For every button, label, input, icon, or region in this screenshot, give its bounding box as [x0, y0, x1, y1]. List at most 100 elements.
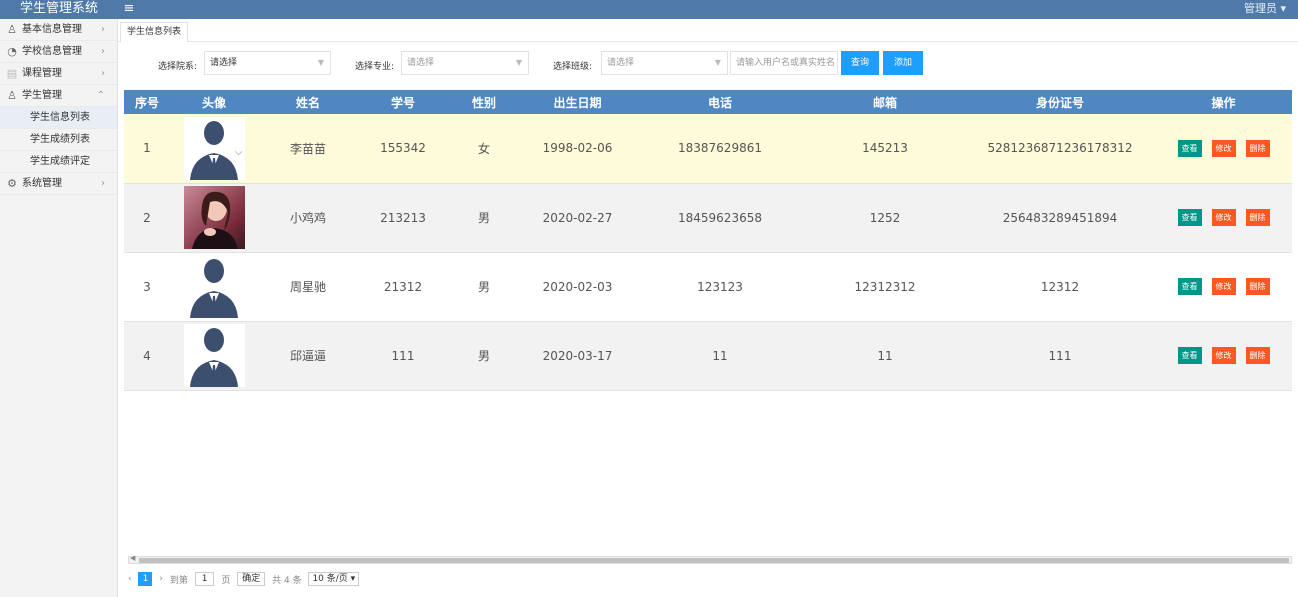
- dept-select-value: 请选择: [210, 58, 238, 68]
- chevron-right-icon: ›: [101, 178, 105, 189]
- column-header: 学号: [358, 90, 448, 114]
- cell-no: 2: [124, 183, 170, 253]
- table-row[interactable]: 4 邱逼逼 111 男 2020-03-17 11 11 111 查看 修改 删除: [124, 321, 1292, 391]
- student-table: 序号 头像 姓名 学号 性别 出生日期 电话 邮箱 身份证号 操作 1 ⌵ 李苗…: [124, 90, 1292, 391]
- chevron-right-icon: ›: [101, 68, 105, 79]
- gear-icon: ⚙: [7, 177, 17, 190]
- cell-idcard: 111: [965, 321, 1155, 391]
- menu-icon[interactable]: ≡: [122, 1, 136, 17]
- photo-avatar-image: [191, 191, 238, 249]
- class-select-value: 请选择: [607, 58, 635, 68]
- goto-label: 到第: [169, 575, 188, 586]
- scroll-left-icon[interactable]: ◀: [130, 554, 135, 562]
- page-current[interactable]: 1: [138, 572, 153, 586]
- cell-name: 李苗苗: [258, 114, 358, 184]
- avatar[interactable]: [183, 255, 245, 318]
- total-count: 共 4 条: [272, 575, 302, 586]
- column-header: 操作: [1155, 90, 1292, 114]
- sidebar-subitem-student-list[interactable]: 学生信息列表: [0, 107, 117, 129]
- dept-label: 选择院系:: [158, 62, 198, 72]
- sidebar-subitem-grade-eval[interactable]: 学生成绩评定: [0, 151, 117, 173]
- avatar[interactable]: [183, 324, 245, 387]
- sidebar-item-label: 学生管理: [22, 90, 62, 101]
- column-header: 头像: [170, 90, 258, 114]
- sidebar-item-label: 基本信息管理: [22, 24, 82, 35]
- cell-sid: 213213: [358, 183, 448, 253]
- tab-student-list[interactable]: 学生信息列表: [120, 22, 189, 42]
- main-content: 学生信息列表 选择院系: 请选择 ▼ 选择专业: 请选择 ▼ 选择班级: 请选择…: [118, 19, 1298, 597]
- chevron-down-icon: ⌵: [234, 146, 243, 158]
- column-header: 身份证号: [965, 90, 1155, 114]
- cell-sid: 111: [358, 321, 448, 391]
- cell-birth: 2020-02-27: [520, 183, 635, 253]
- edit-button[interactable]: 修改: [1211, 278, 1236, 295]
- view-button[interactable]: 查看: [1177, 209, 1202, 226]
- column-header: 性别: [448, 90, 520, 114]
- column-header: 电话: [635, 90, 805, 114]
- sidebar-item-school-info[interactable]: ◔ 学校信息管理 ›: [0, 41, 117, 63]
- sidebar-item-label: 学校信息管理: [22, 46, 82, 57]
- tab-bar: 学生信息列表: [118, 19, 1298, 42]
- column-header: 姓名: [258, 90, 358, 114]
- class-label: 选择班级:: [553, 62, 593, 72]
- scrollbar-thumb[interactable]: [139, 558, 1289, 563]
- cell-email: 12312312: [805, 252, 965, 322]
- major-select-value: 请选择: [407, 58, 435, 68]
- cell-gender: 男: [448, 252, 520, 322]
- edit-button[interactable]: 修改: [1211, 139, 1236, 157]
- caret-down-icon: ▼: [515, 58, 522, 67]
- user-icon: ♙: [7, 23, 17, 36]
- cell-email: 145213: [805, 114, 965, 184]
- delete-button[interactable]: 删除: [1245, 209, 1270, 226]
- cell-name: 邱逼逼: [258, 321, 358, 391]
- major-label: 选择专业:: [355, 62, 395, 72]
- view-button[interactable]: 查看: [1177, 139, 1202, 157]
- table-row[interactable]: 2 小鸡鸡 213213 男 2020-02-27 18459623658 12…: [124, 183, 1292, 253]
- view-button[interactable]: 查看: [1177, 278, 1202, 295]
- chevron-right-icon: ›: [101, 46, 105, 57]
- table-row[interactable]: 3 周星驰 21312 男 2020-02-03 123123 12312312…: [124, 252, 1292, 322]
- cell-idcard: 256483289451894: [965, 183, 1155, 253]
- pagination: ‹ 1 › 到第 1 页 确定 共 4 条 10 条/页 ▾: [128, 572, 363, 588]
- sidebar: ♙ 基本信息管理 › ◔ 学校信息管理 › ▤ 课程管理 › ♙ 学生管理 ⌃ …: [0, 19, 118, 597]
- cell-phone: 123123: [635, 252, 805, 322]
- cell-sid: 155342: [358, 114, 448, 184]
- cell-birth: 1998-02-06: [520, 114, 635, 184]
- table-row[interactable]: 1 ⌵ 李苗苗 155342 女 1998-02-06 18387629861 …: [124, 114, 1292, 184]
- prev-page-icon[interactable]: ‹: [128, 574, 132, 584]
- confirm-button[interactable]: 确定: [237, 572, 266, 586]
- sidebar-item-basic-info[interactable]: ♙ 基本信息管理 ›: [0, 19, 117, 41]
- page-size-select[interactable]: 10 条/页 ▾: [308, 572, 360, 586]
- cell-gender: 女: [448, 114, 520, 184]
- search-button[interactable]: 查询: [841, 51, 879, 75]
- delete-button[interactable]: 删除: [1245, 347, 1270, 364]
- major-select[interactable]: 请选择 ▼: [401, 51, 529, 75]
- column-header: 序号: [124, 90, 170, 114]
- cell-sid: 21312: [358, 252, 448, 322]
- delete-button[interactable]: 删除: [1245, 278, 1270, 295]
- avatar[interactable]: ⌵: [183, 116, 245, 180]
- page-input[interactable]: 1: [194, 572, 215, 586]
- delete-button[interactable]: 删除: [1245, 139, 1270, 157]
- next-page-icon[interactable]: ›: [159, 574, 163, 584]
- sidebar-item-course[interactable]: ▤ 课程管理 ›: [0, 63, 117, 85]
- edit-button[interactable]: 修改: [1211, 347, 1236, 364]
- sidebar-item-student[interactable]: ♙ 学生管理 ⌃: [0, 85, 117, 107]
- sidebar-item-label: 系统管理: [22, 178, 62, 189]
- horizontal-scrollbar[interactable]: ◀: [128, 554, 1292, 564]
- sidebar-subitem-grade-list[interactable]: 学生成绩列表: [0, 129, 117, 151]
- class-select[interactable]: 请选择 ▼: [601, 51, 728, 75]
- view-button[interactable]: 查看: [1177, 347, 1202, 364]
- cell-gender: 男: [448, 321, 520, 391]
- add-button[interactable]: 添加: [883, 51, 923, 75]
- search-input[interactable]: 请输入用户名或真实姓名: [730, 51, 838, 75]
- user-menu[interactable]: 管理员 ▾: [1244, 0, 1286, 17]
- cell-idcard: 12312: [965, 252, 1155, 322]
- cell-email: 11: [805, 321, 965, 391]
- edit-button[interactable]: 修改: [1211, 209, 1236, 226]
- cell-gender: 男: [448, 183, 520, 253]
- avatar[interactable]: [183, 186, 245, 249]
- cell-birth: 2020-02-03: [520, 252, 635, 322]
- sidebar-item-system[interactable]: ⚙ 系统管理 ›: [0, 173, 117, 195]
- dept-select[interactable]: 请选择 ▼: [204, 51, 331, 75]
